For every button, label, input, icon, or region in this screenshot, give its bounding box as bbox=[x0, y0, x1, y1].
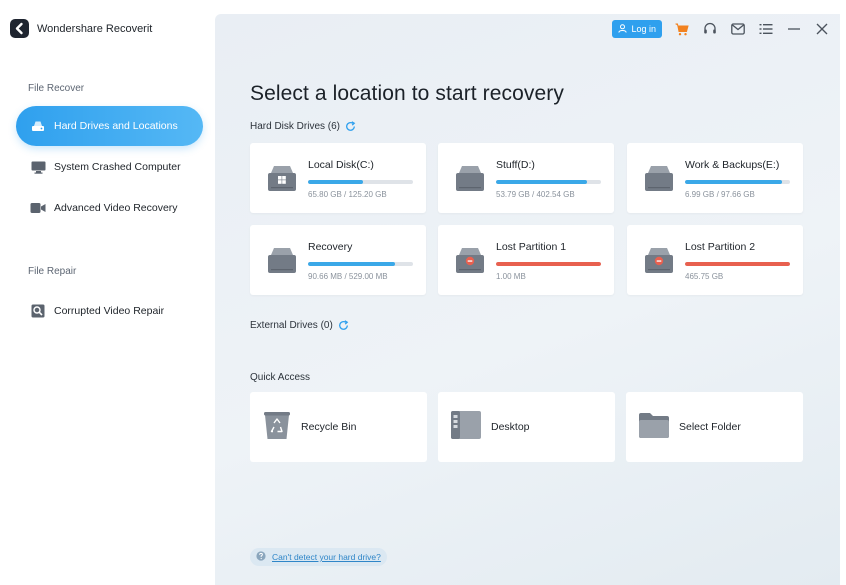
main-panel: Log in Select a location to start recove… bbox=[215, 14, 840, 585]
question-icon bbox=[256, 551, 266, 563]
quick-access-recycle-bin[interactable]: Recycle Bin bbox=[250, 392, 427, 462]
cart-icon[interactable] bbox=[674, 21, 690, 37]
sidebar: Wondershare Recoverit File Recover Hard … bbox=[0, 0, 215, 585]
recycle-bin-icon bbox=[262, 409, 292, 446]
lost-partition-icon bbox=[644, 246, 674, 279]
external-drives-header: External Drives (0) bbox=[250, 320, 349, 331]
usage-bar bbox=[496, 180, 601, 184]
sidebar-item-advanced-video[interactable]: Advanced Video Recovery bbox=[16, 188, 203, 228]
quick-access-desktop[interactable]: Desktop bbox=[438, 392, 615, 462]
quick-access-label-text: Recycle Bin bbox=[301, 421, 357, 433]
usage-bar bbox=[685, 262, 790, 266]
drive-card[interactable]: Local Disk(C:) 65.80 GB / 125.20 GB bbox=[250, 143, 426, 213]
drive-name: Local Disk(C:) bbox=[308, 159, 374, 171]
drive-name: Stuff(D:) bbox=[496, 159, 535, 171]
drive-card[interactable]: Stuff(D:) 53.79 GB / 402.54 GB bbox=[438, 143, 614, 213]
file-recover-label: File Recover bbox=[28, 83, 85, 94]
refresh-icon[interactable] bbox=[345, 121, 356, 132]
sidebar-item-hard-drives[interactable]: Hard Drives and Locations bbox=[16, 106, 203, 146]
drive-name: Lost Partition 2 bbox=[685, 241, 756, 253]
minimize-icon[interactable] bbox=[786, 21, 802, 37]
hard-disk-icon bbox=[267, 246, 297, 279]
monitor-icon bbox=[30, 160, 46, 174]
drive-card[interactable]: Lost Partition 1 1.00 MB bbox=[438, 225, 614, 295]
drive-card[interactable]: Work & Backups(E:) 6.99 GB / 97.66 GB bbox=[627, 143, 803, 213]
drive-size: 90.66 MB / 529.00 MB bbox=[308, 272, 388, 281]
usage-bar bbox=[685, 180, 790, 184]
login-button[interactable]: Log in bbox=[612, 20, 662, 38]
mail-icon[interactable] bbox=[730, 21, 746, 37]
sidebar-item-label: Advanced Video Recovery bbox=[54, 202, 178, 214]
usage-bar-fill bbox=[685, 180, 782, 184]
drive-size: 1.00 MB bbox=[496, 272, 526, 281]
video-repair-icon bbox=[30, 304, 46, 318]
quick-access-label-text: Select Folder bbox=[679, 421, 741, 433]
lost-partition-icon bbox=[455, 246, 485, 279]
drive-name: Lost Partition 1 bbox=[496, 241, 567, 253]
drive-name: Recovery bbox=[308, 241, 353, 253]
video-camera-icon bbox=[30, 201, 46, 215]
usage-bar-fill bbox=[308, 180, 364, 184]
usage-bar bbox=[496, 262, 601, 266]
quick-access-select-folder[interactable]: Select Folder bbox=[626, 392, 803, 462]
close-icon[interactable] bbox=[814, 21, 830, 37]
quick-access-header: Quick Access bbox=[250, 372, 310, 383]
usage-bar bbox=[308, 180, 413, 184]
drive-size: 6.99 GB / 97.66 GB bbox=[685, 190, 755, 199]
usage-bar bbox=[308, 262, 413, 266]
recoverit-logo-icon bbox=[10, 19, 29, 38]
brand: Wondershare Recoverit bbox=[10, 19, 152, 38]
quick-access-label: Quick Access bbox=[250, 372, 311, 383]
drive-size: 465.75 GB bbox=[685, 272, 724, 281]
drive-card[interactable]: Recovery 90.66 MB / 529.00 MB bbox=[250, 225, 426, 295]
login-label: Log in bbox=[631, 24, 656, 34]
sidebar-item-system-crashed[interactable]: System Crashed Computer bbox=[16, 147, 203, 187]
usage-bar-fill bbox=[496, 180, 588, 184]
sidebar-item-label: Hard Drives and Locations bbox=[54, 120, 178, 132]
quick-access-label-text: Desktop bbox=[491, 421, 530, 433]
usage-bar-fill bbox=[308, 262, 396, 266]
hard-disk-drives-label: Hard Disk Drives (6) bbox=[250, 121, 341, 132]
sidebar-item-label: Corrupted Video Repair bbox=[54, 305, 165, 317]
user-icon bbox=[618, 23, 628, 35]
app-title: Wondershare Recoverit bbox=[37, 22, 153, 35]
cant-detect-drive-link[interactable]: Can't detect your hard drive? bbox=[250, 548, 387, 566]
drive-card[interactable]: Lost Partition 2 465.75 GB bbox=[627, 225, 803, 295]
usage-bar-fill bbox=[496, 262, 601, 266]
refresh-icon[interactable] bbox=[338, 320, 349, 331]
drive-name: Work & Backups(E:) bbox=[685, 159, 780, 171]
page-title: Select a location to start recovery bbox=[250, 82, 564, 105]
topbar: Log in bbox=[612, 20, 830, 38]
headset-icon[interactable] bbox=[702, 21, 718, 37]
menu-icon[interactable] bbox=[758, 21, 774, 37]
windows-drive-icon bbox=[267, 164, 297, 197]
hard-disk-icon bbox=[455, 164, 485, 197]
hard-drive-icon bbox=[30, 119, 46, 133]
drive-size: 53.79 GB / 402.54 GB bbox=[496, 190, 575, 199]
hard-disk-icon bbox=[644, 164, 674, 197]
sidebar-item-label: System Crashed Computer bbox=[54, 161, 181, 173]
hard-disk-drives-header: Hard Disk Drives (6) bbox=[250, 121, 356, 132]
file-repair-label: File Repair bbox=[28, 266, 77, 277]
help-link-text: Can't detect your hard drive? bbox=[272, 552, 381, 562]
sidebar-item-corrupted-video-repair[interactable]: Corrupted Video Repair bbox=[16, 291, 203, 331]
usage-bar-fill bbox=[685, 262, 790, 266]
folder-icon bbox=[638, 411, 670, 444]
desktop-icon bbox=[450, 409, 482, 446]
drive-size: 65.80 GB / 125.20 GB bbox=[308, 190, 387, 199]
external-drives-label: External Drives (0) bbox=[250, 320, 333, 331]
